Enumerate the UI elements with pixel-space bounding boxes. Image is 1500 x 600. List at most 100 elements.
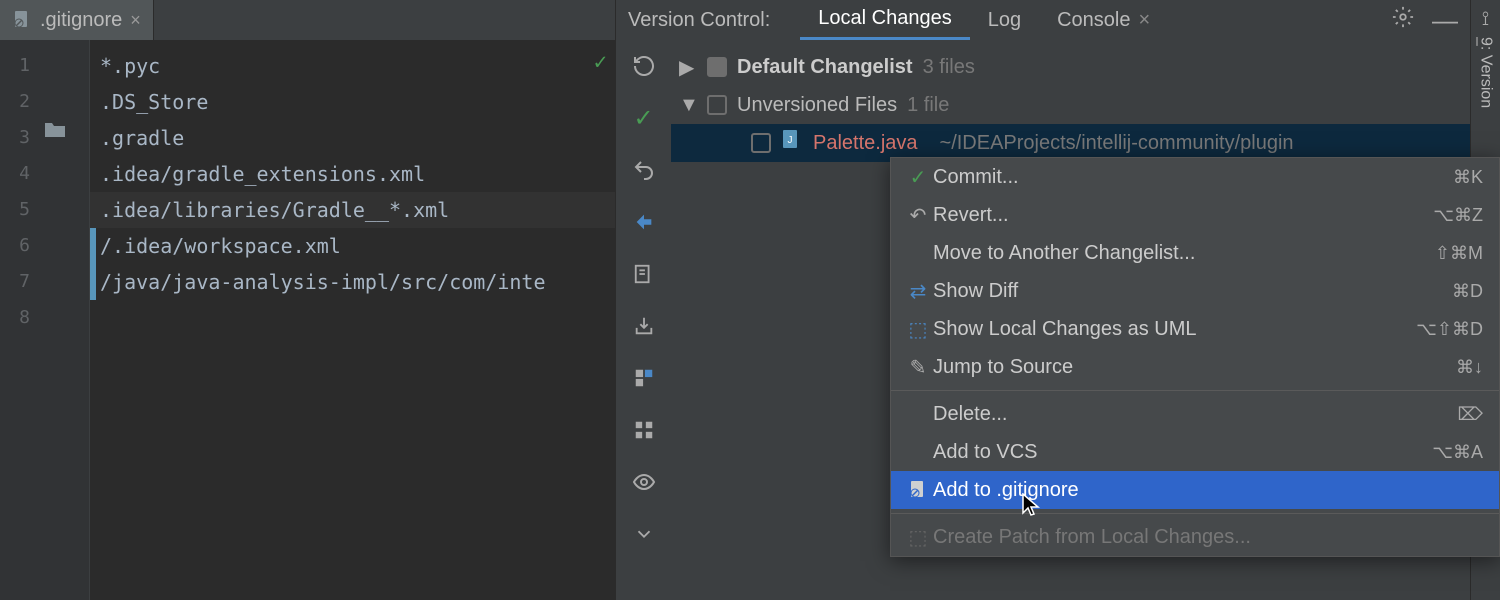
java-file-icon: J	[781, 129, 803, 157]
gear-icon[interactable]	[1392, 6, 1414, 34]
gutter: 1 2 3 4 5 6 7 8	[0, 40, 90, 600]
tab-log[interactable]: Log	[970, 0, 1039, 40]
menu-separator	[891, 513, 1499, 514]
group-icon[interactable]	[630, 416, 658, 444]
preview-icon[interactable]	[630, 468, 658, 496]
menu-label: Commit...	[933, 166, 1453, 189]
editor-body: 1 2 3 4 5 6 7 8 ✓ *.pyc .DS_Store .gradl…	[0, 40, 615, 600]
expanded-arrow-icon[interactable]: ▼	[679, 94, 697, 117]
menu-shortcut: ⌥⇧⌘D	[1416, 319, 1483, 340]
line-number: 7	[0, 264, 40, 300]
code-text: /java/java-analysis-impl/src/com/inte	[100, 270, 546, 294]
revert-icon[interactable]	[630, 156, 658, 184]
revert-icon: ↶	[903, 203, 933, 228]
close-icon[interactable]: ×	[1139, 9, 1151, 32]
folder-icon	[44, 120, 66, 144]
change-marker	[90, 228, 96, 264]
editor-tabs: .gitignore ×	[0, 0, 615, 40]
line-number: 3	[0, 120, 40, 156]
menu-label: Add to .gitignore	[933, 479, 1483, 502]
change-marker	[90, 264, 96, 300]
strip-icon[interactable]: ⟟	[1482, 8, 1489, 31]
editor-tab-gitignore[interactable]: .gitignore ×	[0, 0, 154, 40]
file-name: Palette.java	[813, 132, 918, 155]
menu-shortcut: ⌘↓	[1456, 357, 1483, 378]
gitignore-file-icon	[12, 10, 32, 30]
code-line[interactable]: *.pyc	[90, 48, 615, 84]
menu-revert[interactable]: ↶ Revert... ⌥⌘Z	[891, 196, 1499, 234]
vcs-header: Version Control: Local Changes Log Conso…	[616, 0, 1470, 40]
diff-icon: ⇄	[903, 279, 933, 304]
code-area[interactable]: ✓ *.pyc .DS_Store .gradle .idea/gradle_e…	[90, 40, 615, 600]
menu-label: Show Diff	[933, 280, 1452, 303]
menu-label: Delete...	[933, 403, 1458, 426]
menu-add-gitignore[interactable]: Add to .gitignore	[891, 471, 1499, 509]
menu-jump-source[interactable]: ✎ Jump to Source ⌘↓	[891, 348, 1499, 386]
svg-text:J: J	[788, 135, 793, 146]
checkbox[interactable]	[751, 133, 771, 153]
line-numbers: 1 2 3 4 5 6 7 8	[0, 40, 40, 600]
code-line[interactable]	[90, 300, 615, 336]
code-line[interactable]: .gradle	[90, 120, 615, 156]
uml-icon: ⬚	[903, 317, 933, 342]
vcs-panel-label: Version Control:	[628, 9, 770, 32]
refresh-icon[interactable]	[630, 52, 658, 80]
unversioned-files[interactable]: ▼ Unversioned Files 1 file	[671, 86, 1470, 124]
menu-label: Add to VCS	[933, 441, 1432, 464]
collapsed-arrow-icon[interactable]: ▶	[679, 55, 697, 80]
menu-add-vcs[interactable]: Add to VCS ⌥⌘A	[891, 433, 1499, 471]
commit-icon[interactable]: ✓	[630, 104, 658, 132]
menu-move-changelist[interactable]: Move to Another Changelist... ⇧⌘M	[891, 234, 1499, 272]
code-line[interactable]: /.idea/workspace.xml	[90, 228, 615, 264]
menu-label: Revert...	[933, 204, 1433, 227]
minimize-icon[interactable]: —	[1432, 15, 1458, 25]
menu-label: Show Local Changes as UML	[933, 318, 1416, 341]
changelist-icon[interactable]	[630, 260, 658, 288]
changelist-default[interactable]: ▶ Default Changelist 3 files	[671, 48, 1470, 86]
tab-console[interactable]: Console×	[1039, 0, 1168, 40]
unversioned-count: 1 file	[907, 94, 949, 117]
changelist-name: Default Changelist	[737, 56, 913, 79]
line-number: 5	[0, 192, 40, 228]
code-text: /.idea/workspace.xml	[100, 234, 341, 258]
menu-delete[interactable]: Delete... ⌦	[891, 395, 1499, 433]
line-number: 2	[0, 84, 40, 120]
unversioned-label: Unversioned Files	[737, 94, 897, 117]
menu-separator	[891, 390, 1499, 391]
menu-show-uml[interactable]: ⬚ Show Local Changes as UML ⌥⇧⌘D	[891, 310, 1499, 348]
code-line[interactable]: /java/java-analysis-impl/src/com/inte	[90, 264, 615, 300]
code-line[interactable]: .idea/gradle_extensions.xml	[90, 156, 615, 192]
menu-show-diff[interactable]: ⇄ Show Diff ⌘D	[891, 272, 1499, 310]
gitignore-icon	[903, 480, 933, 500]
file-path: ~/IDEAProjects/intellij-community/plugin	[940, 132, 1294, 155]
vcs-toolbar: ✓	[616, 40, 671, 600]
menu-label: Move to Another Changelist...	[933, 242, 1435, 265]
edit-icon: ✎	[903, 355, 933, 380]
expand-icon[interactable]	[630, 520, 658, 548]
checkbox[interactable]	[707, 57, 727, 77]
line-number: 4	[0, 156, 40, 192]
menu-shortcut: ⇧⌘M	[1435, 243, 1483, 264]
menu-label: Jump to Source	[933, 356, 1456, 379]
menu-commit[interactable]: ✓ Commit... ⌘K	[891, 158, 1499, 196]
editor-pane: .gitignore × 1 2 3 4 5 6 7 8 ✓ *.py	[0, 0, 615, 600]
line-number: 8	[0, 300, 40, 336]
menu-shortcut: ⌘K	[1453, 167, 1483, 188]
changelist-count: 3 files	[923, 56, 975, 79]
close-icon[interactable]: ×	[130, 10, 141, 31]
code-line[interactable]: .DS_Store	[90, 84, 615, 120]
menu-label: Create Patch from Local Changes...	[933, 526, 1483, 549]
code-line[interactable]: .idea/libraries/Gradle__*.xml	[90, 192, 615, 228]
checkbox[interactable]	[707, 95, 727, 115]
menu-create-patch: ⬚ Create Patch from Local Changes...	[891, 518, 1499, 556]
menu-shortcut: ⌦	[1458, 404, 1483, 425]
shelf-icon[interactable]	[630, 312, 658, 340]
diff-icon[interactable]	[630, 208, 658, 236]
tab-label: Log	[988, 9, 1021, 32]
editor-tab-label: .gitignore	[40, 9, 122, 32]
tab-local-changes[interactable]: Local Changes	[800, 0, 969, 40]
version-control-toolwindow-button[interactable]: 9: Version	[1477, 31, 1495, 108]
patch-icon[interactable]	[630, 364, 658, 392]
check-icon: ✓	[903, 165, 933, 190]
gutter-marks	[40, 40, 89, 600]
